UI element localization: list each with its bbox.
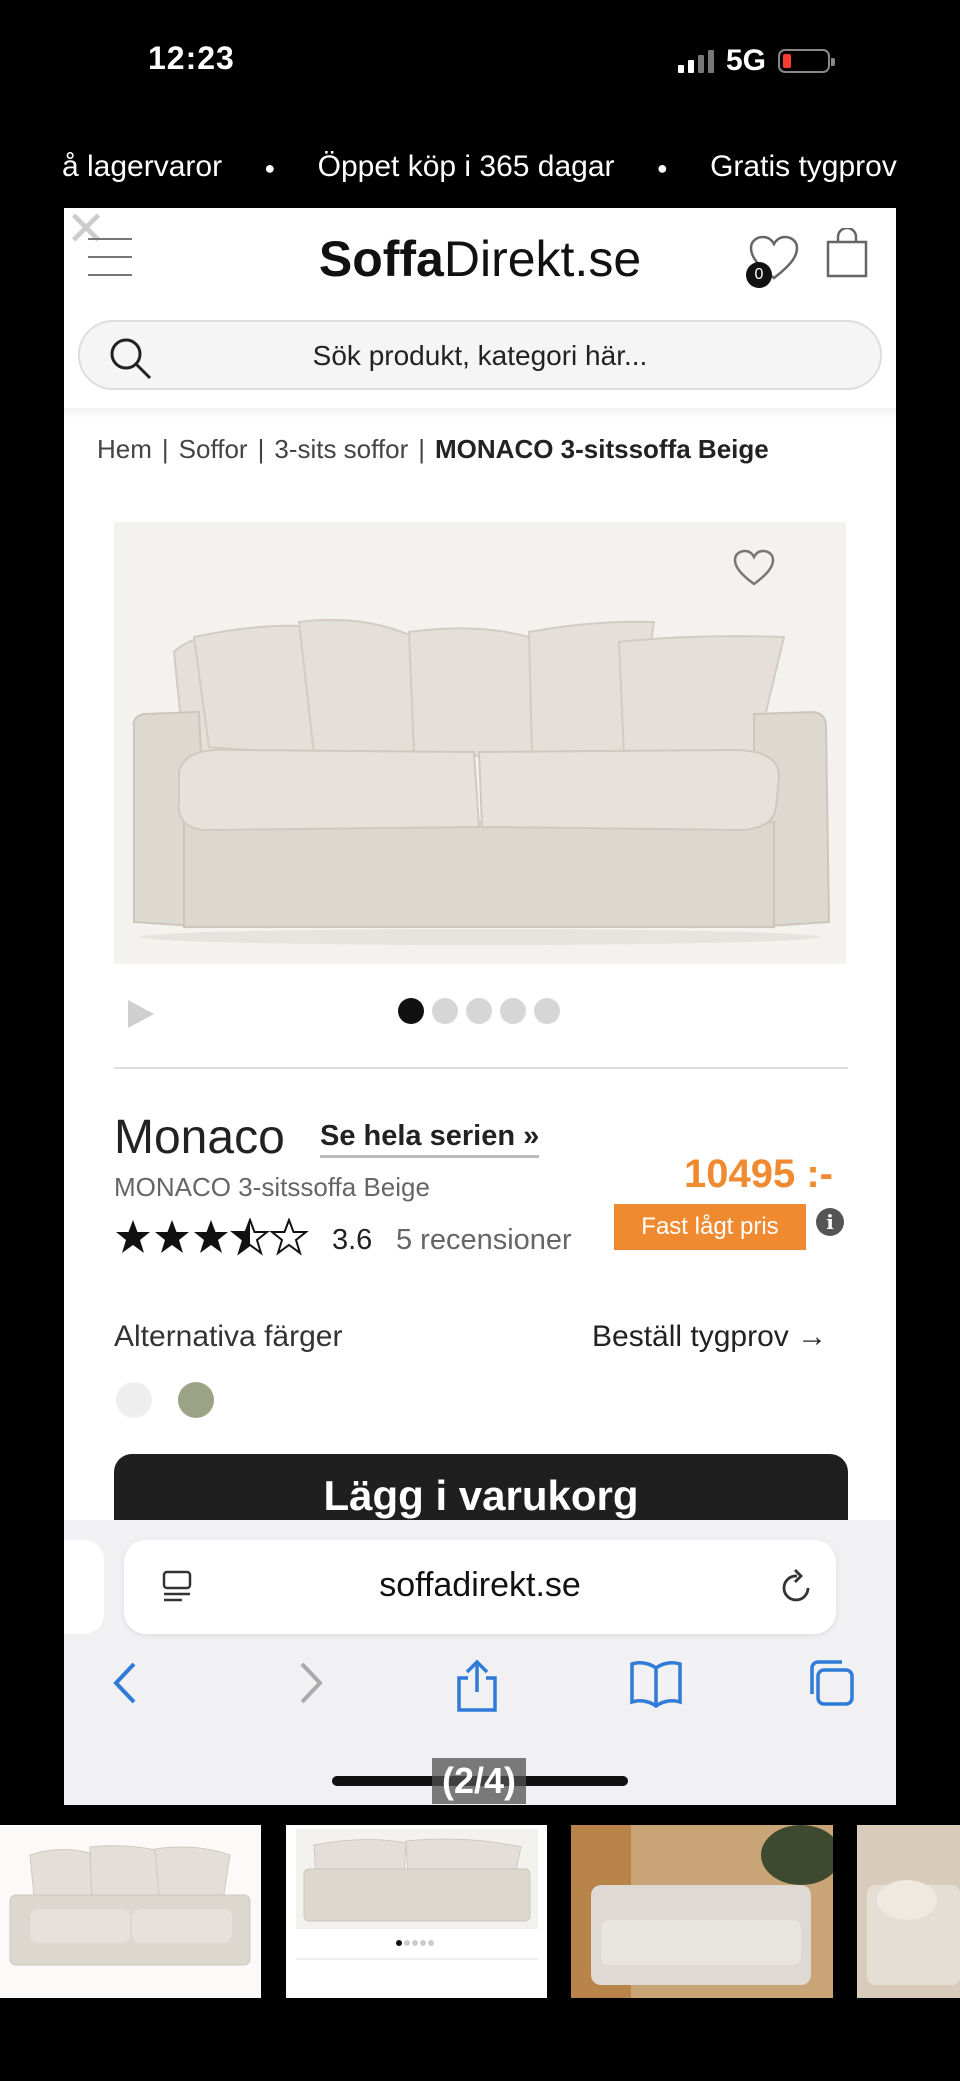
- signal-icon: [677, 49, 714, 73]
- reviews-link[interactable]: 5 recensioner: [396, 1224, 572, 1257]
- tabs-icon[interactable]: [806, 1658, 856, 1708]
- carousel-dot[interactable]: [534, 998, 560, 1024]
- url-text: soffadirekt.se: [379, 1566, 581, 1604]
- battery-icon: [778, 49, 835, 73]
- room-photo-thumbnail: [571, 1825, 833, 1998]
- room-photo-thumbnail: [857, 1825, 960, 1998]
- address-bar[interactable]: soffadirekt.se: [124, 1540, 836, 1634]
- sofa-illustration: [132, 618, 831, 945]
- shopping-bag-icon[interactable]: [826, 228, 868, 278]
- rating-value: 3.6: [332, 1224, 373, 1256]
- search-bar[interactable]: Sök produkt, kategori här...: [78, 320, 882, 390]
- star-rating[interactable]: [114, 1218, 310, 1258]
- series-link[interactable]: Se hela serien »: [320, 1120, 540, 1158]
- share-icon[interactable]: [454, 1658, 500, 1714]
- carousel-dot[interactable]: [500, 998, 526, 1024]
- breadcrumb-separator: |: [161, 434, 169, 464]
- forward-icon[interactable]: [292, 1658, 328, 1708]
- carousel-dot[interactable]: [398, 998, 424, 1024]
- carousel-dots: [398, 998, 560, 1024]
- sofa-thumbnail-image: [0, 1825, 261, 1998]
- breadcrumb-separator: |: [257, 434, 265, 464]
- info-icon[interactable]: i: [816, 1208, 844, 1236]
- ticker-text: Gratis tygprov: [710, 150, 897, 183]
- play-icon[interactable]: [124, 998, 156, 1030]
- thumbnail[interactable]: [0, 1825, 261, 1998]
- status-time: 12:23: [148, 40, 235, 76]
- ticker-bullet: ●: [656, 157, 668, 178]
- breadcrumb-link[interactable]: Hem: [97, 434, 152, 464]
- product-price: 10495 :-: [684, 1152, 833, 1196]
- carousel-dot[interactable]: [432, 998, 458, 1024]
- carousel-dot[interactable]: [466, 998, 492, 1024]
- product-subtitle: MONACO 3-sitssoffa Beige: [114, 1172, 430, 1202]
- breadcrumb-link[interactable]: Soffor: [179, 434, 248, 464]
- bookmarks-icon[interactable]: [628, 1658, 684, 1708]
- stars-icon: [116, 1219, 307, 1254]
- thumbnail[interactable]: [286, 1825, 547, 1998]
- ticker-bullet: ●: [264, 157, 276, 178]
- search-placeholder: Sök produkt, kategori här...: [312, 340, 648, 371]
- logo-regular: Direkt.se: [443, 231, 642, 287]
- header-divider: [64, 408, 896, 418]
- ticker-text: Öppet köp i 365 dagar: [317, 150, 615, 183]
- ticker-text: å lagervaror: [62, 150, 223, 183]
- logo-bold: Soffa: [318, 231, 444, 287]
- previous-tab[interactable]: [64, 1540, 104, 1634]
- price-badge: Fast lågt pris: [614, 1204, 806, 1250]
- favorite-heart-icon[interactable]: [732, 548, 776, 588]
- product-image[interactable]: [114, 522, 846, 964]
- reload-icon[interactable]: [778, 1566, 816, 1606]
- back-icon[interactable]: [108, 1658, 144, 1708]
- web-page: ✕ SoffaDirekt.se 0 Sök produkt, kategori…: [64, 208, 896, 1805]
- thumbnail[interactable]: [857, 1825, 960, 1998]
- alt-colors-label: Alternativa färger: [114, 1320, 343, 1353]
- page-thumbnail-image: [286, 1825, 547, 1998]
- breadcrumb-current: MONACO 3-sitssoffa Beige: [435, 434, 769, 464]
- wishlist-button[interactable]: 0: [746, 234, 800, 288]
- thumbnail[interactable]: [571, 1825, 833, 1998]
- product-name: Monaco: [114, 1111, 285, 1164]
- color-swatch[interactable]: [116, 1382, 152, 1418]
- network-label: 5G: [725, 44, 766, 77]
- section-divider: [114, 1067, 848, 1069]
- wishlist-count: 0: [746, 262, 772, 288]
- breadcrumb: Hem | Soffor | 3-sits soffor | MONACO 3-sitsso…: [97, 434, 769, 465]
- color-swatch[interactable]: [178, 1382, 214, 1418]
- breadcrumb-separator: |: [418, 434, 426, 464]
- order-sample-link[interactable]: Beställ tygprov →: [592, 1320, 827, 1354]
- status-indicators: 5G: [677, 44, 835, 78]
- image-counter: (2/4): [432, 1758, 527, 1804]
- promo-ticker: å lagervaror ● Öppet köp i 365 dagar ● G…: [0, 150, 960, 184]
- breadcrumb-link[interactable]: 3-sits soffor: [274, 434, 408, 464]
- browser-nav: [64, 1658, 896, 1738]
